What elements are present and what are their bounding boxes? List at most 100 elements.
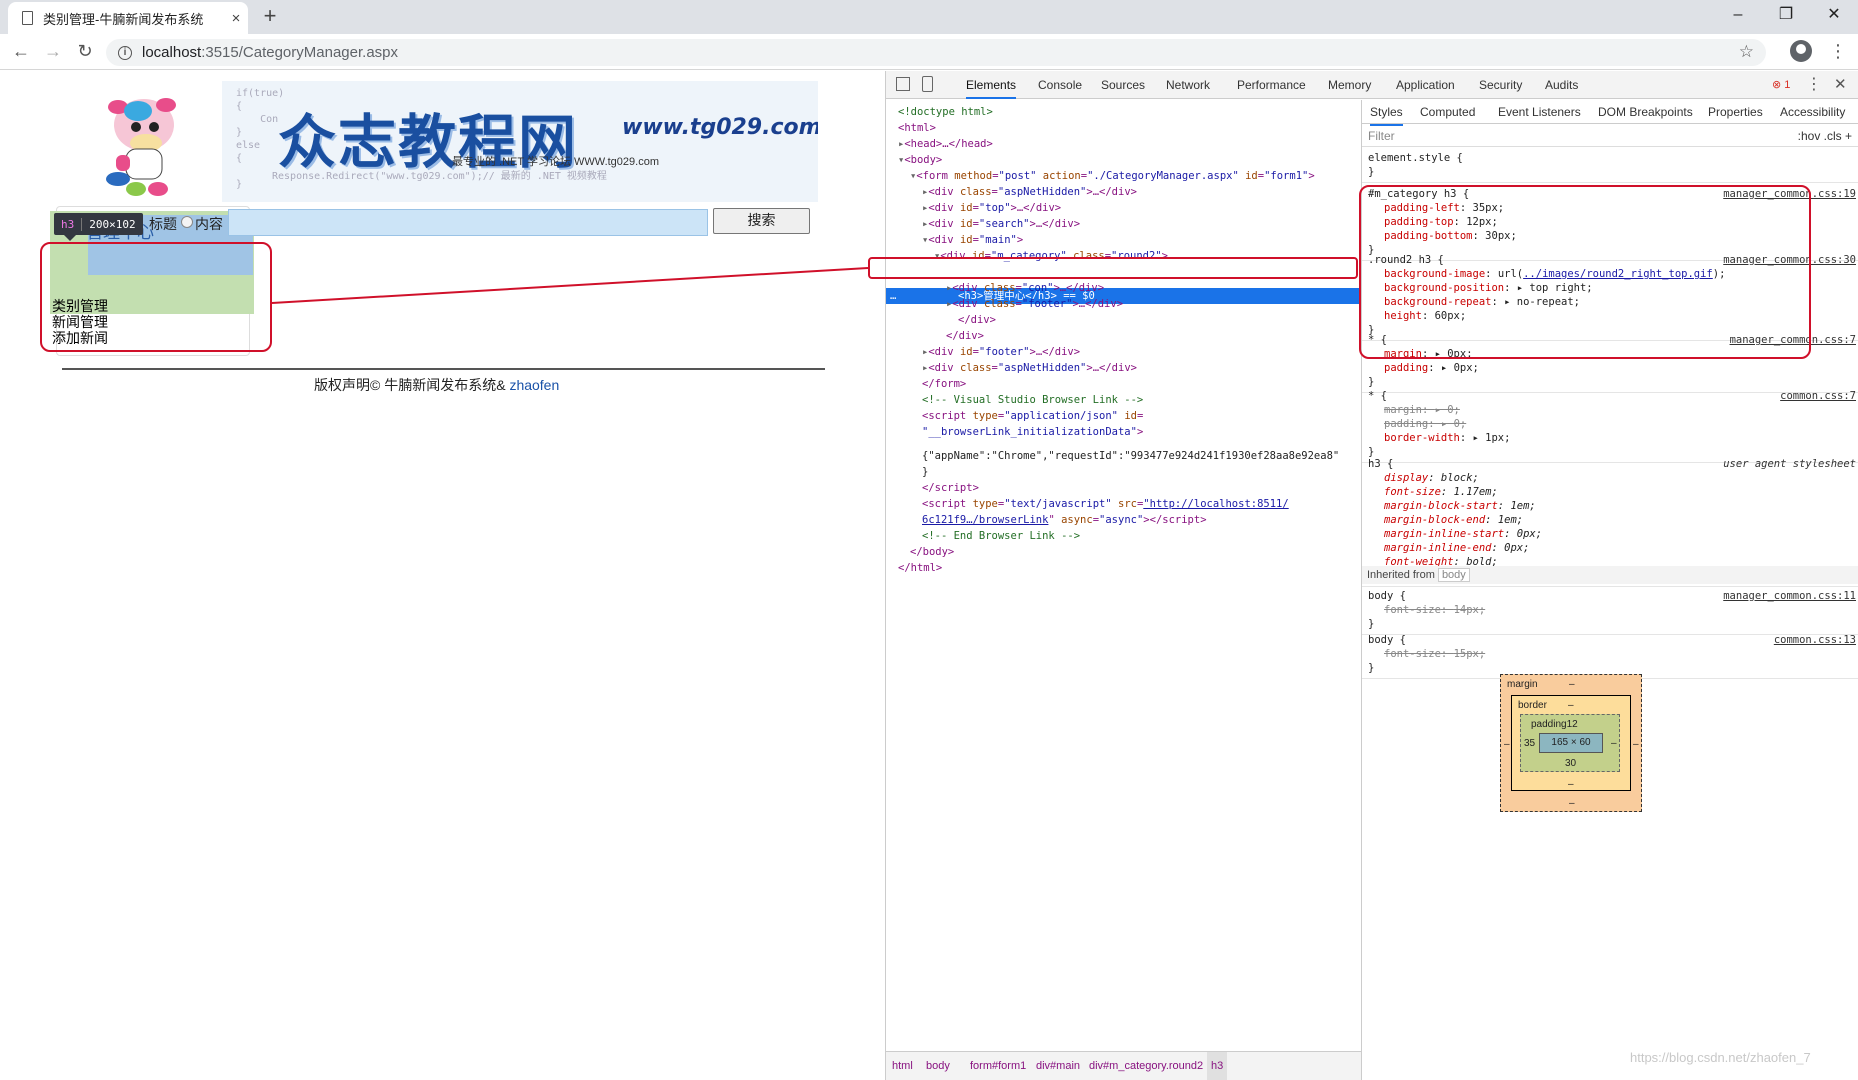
tab-console[interactable]: Console (1038, 71, 1082, 99)
dom-line[interactable]: ▸<div class="aspNetHidden">…</div> (922, 184, 1137, 200)
dom-line[interactable]: ▾<body> (898, 152, 942, 168)
dom-line[interactable]: ▾<form method="post" action="./CategoryM… (910, 168, 1315, 184)
dom-line[interactable]: ▸<div id="top">…</div> (922, 200, 1061, 216)
dom-line[interactable]: <!-- End Browser Link --> (922, 528, 1080, 544)
margin-top-value[interactable]: – (1569, 678, 1575, 692)
dom-line[interactable]: </form> (922, 376, 966, 392)
border-bottom-value[interactable]: – (1568, 778, 1574, 792)
search-button[interactable]: 搜索 (713, 208, 810, 234)
dom-line[interactable]: <!-- Visual Studio Browser Link --> (922, 392, 1143, 408)
margin-label: margin (1507, 679, 1538, 690)
tab-performance[interactable]: Performance (1237, 71, 1306, 99)
padding-bottom-value[interactable]: 30 (1565, 757, 1576, 771)
footer: 版权声明© 牛腩新闻发布系统& zhaofen (314, 375, 559, 395)
account-avatar-icon[interactable] (1790, 40, 1812, 62)
dom-line[interactable]: ▸<div class="footer">…</div> (946, 296, 1123, 312)
dom-line[interactable]: "__browserLink_initializationData"> (922, 424, 1143, 440)
margin-left-value[interactable]: – (1504, 738, 1510, 752)
error-badge[interactable]: ⊗ 1 (1772, 78, 1790, 91)
bookmark-star-icon[interactable]: ☆ (1739, 42, 1754, 62)
inspect-tooltip: h3 200×102 (54, 213, 143, 241)
css-rule[interactable]: body { common.css:13 font-size: 15px; } (1362, 630, 1858, 679)
forward-icon[interactable]: → (40, 38, 66, 64)
tab-network[interactable]: Network (1166, 71, 1210, 99)
dom-line[interactable]: </div> (958, 312, 996, 328)
dom-line[interactable]: </body> (910, 544, 954, 560)
banner-url: www.tg029.com (622, 115, 818, 140)
styles-filter[interactable]: Filter :hov .cls + (1362, 125, 1858, 147)
tab-close-icon[interactable]: × (224, 10, 248, 27)
back-icon[interactable]: ← (8, 38, 34, 64)
dom-line[interactable]: } (922, 464, 928, 480)
breadcrumb-item[interactable]: body (926, 1052, 950, 1080)
devtools-menu-icon[interactable]: ⋮ (1806, 71, 1822, 99)
dom-line[interactable]: </script> (922, 480, 979, 496)
padding-label[interactable]: padding12 (1531, 718, 1578, 732)
dom-line[interactable]: </div> (946, 328, 984, 344)
breadcrumb-item[interactable]: html (892, 1052, 913, 1080)
dom-line[interactable]: ▸<div class="con">…</div> (946, 280, 1104, 296)
reload-icon[interactable]: ↻ (72, 38, 98, 64)
radio-content[interactable] (181, 216, 193, 228)
tab-properties[interactable]: Properties (1708, 100, 1763, 124)
tab-accessibility[interactable]: Accessibility (1780, 100, 1845, 124)
address-bar[interactable]: i localhost:3515/CategoryManager.aspx ☆ (106, 39, 1766, 66)
device-toolbar-icon[interactable] (922, 76, 933, 92)
new-tab-button[interactable]: + (258, 4, 282, 28)
browser-menu-icon[interactable]: ⋮ (1828, 38, 1848, 64)
maximize-button[interactable]: ❐ (1766, 0, 1806, 30)
dom-line[interactable]: {"appName":"Chrome","requestId":"993477e… (922, 448, 1339, 464)
padding-right-value[interactable]: – (1611, 737, 1617, 751)
dom-line[interactable]: <html> (898, 120, 936, 136)
footer-divider (62, 368, 825, 370)
breadcrumb-item[interactable]: div#m_category.round2 (1089, 1052, 1203, 1080)
margin-bottom-value[interactable]: – (1569, 797, 1575, 811)
dom-line[interactable]: ▸<div id="footer">…</div> (922, 344, 1080, 360)
breadcrumb-item[interactable]: div#main (1036, 1052, 1080, 1080)
browser-tab[interactable]: 类别管理-牛腩新闻发布系统 × (8, 2, 248, 34)
tab-event-listeners[interactable]: Event Listeners (1498, 100, 1581, 124)
breadcrumb-item[interactable]: form#form1 (970, 1052, 1026, 1080)
tab-dom-breakpoints[interactable]: DOM Breakpoints (1598, 100, 1693, 124)
dom-line[interactable]: <script type="text/javascript" src="http… (922, 496, 1289, 512)
css-rule[interactable]: body { manager_common.css:11 font-size: … (1362, 586, 1858, 635)
search-input[interactable] (228, 209, 708, 236)
filter-options[interactable]: :hov .cls + (1798, 125, 1852, 147)
rule-source-link[interactable]: common.css:13 (1774, 633, 1856, 647)
info-icon[interactable]: i (118, 45, 132, 60)
dom-line[interactable]: ▸<div class="aspNetHidden">…</div> (922, 360, 1137, 376)
dom-line[interactable]: ▸<div id="search">…</div> (922, 216, 1080, 232)
border-top-value[interactable]: – (1568, 699, 1574, 713)
dom-line[interactable]: <script type="application/json" id= (922, 408, 1143, 424)
devtools-tab-bar: Elements Console Sources Network Perform… (886, 71, 1858, 99)
padding-left-value[interactable]: 35 (1524, 737, 1535, 751)
tab-application[interactable]: Application (1396, 71, 1455, 99)
tab-security[interactable]: Security (1479, 71, 1522, 99)
inherited-tag[interactable]: body (1437, 568, 1470, 582)
close-window-button[interactable]: ✕ (1814, 0, 1854, 30)
tab-sources[interactable]: Sources (1101, 71, 1145, 99)
css-rule[interactable]: * { common.css:7 margin: ▸ 0; padding: ▸… (1362, 386, 1858, 463)
dom-line[interactable]: 6c121f9…/browserLink" async="async"></sc… (922, 512, 1207, 528)
dom-line[interactable]: </html> (898, 560, 942, 576)
inspect-element-icon[interactable] (896, 77, 910, 91)
box-model-border: border – – padding12 35 – 30 165 × 60 (1511, 695, 1631, 791)
footer-author-link[interactable]: zhaofen (509, 377, 559, 393)
tab-elements[interactable]: Elements (966, 71, 1017, 99)
tab-styles[interactable]: Styles (1370, 100, 1403, 126)
dom-line[interactable]: <!doctype html> (898, 104, 993, 120)
rule-source-link[interactable]: manager_common.css:11 (1723, 589, 1856, 603)
breadcrumb-item-active[interactable]: h3 (1207, 1052, 1228, 1080)
css-rule[interactable]: element.style {} (1362, 148, 1858, 183)
tab-computed[interactable]: Computed (1420, 100, 1475, 124)
rule-source-link[interactable]: common.css:7 (1780, 389, 1856, 403)
dom-line[interactable]: ▾<div id="main"> (922, 232, 1023, 248)
minimize-button[interactable]: – (1718, 0, 1758, 30)
site-banner: if(true) { Con } else { } 众志教程网 www.tg02… (222, 81, 818, 202)
devtools-close-icon[interactable]: ✕ (1834, 71, 1847, 99)
dom-line[interactable]: ▸<head>…</head> (898, 136, 993, 152)
box-model-content[interactable]: 165 × 60 (1539, 733, 1603, 753)
margin-right-value[interactable]: – (1633, 738, 1639, 752)
tab-audits[interactable]: Audits (1545, 71, 1578, 99)
tab-memory[interactable]: Memory (1328, 71, 1371, 99)
